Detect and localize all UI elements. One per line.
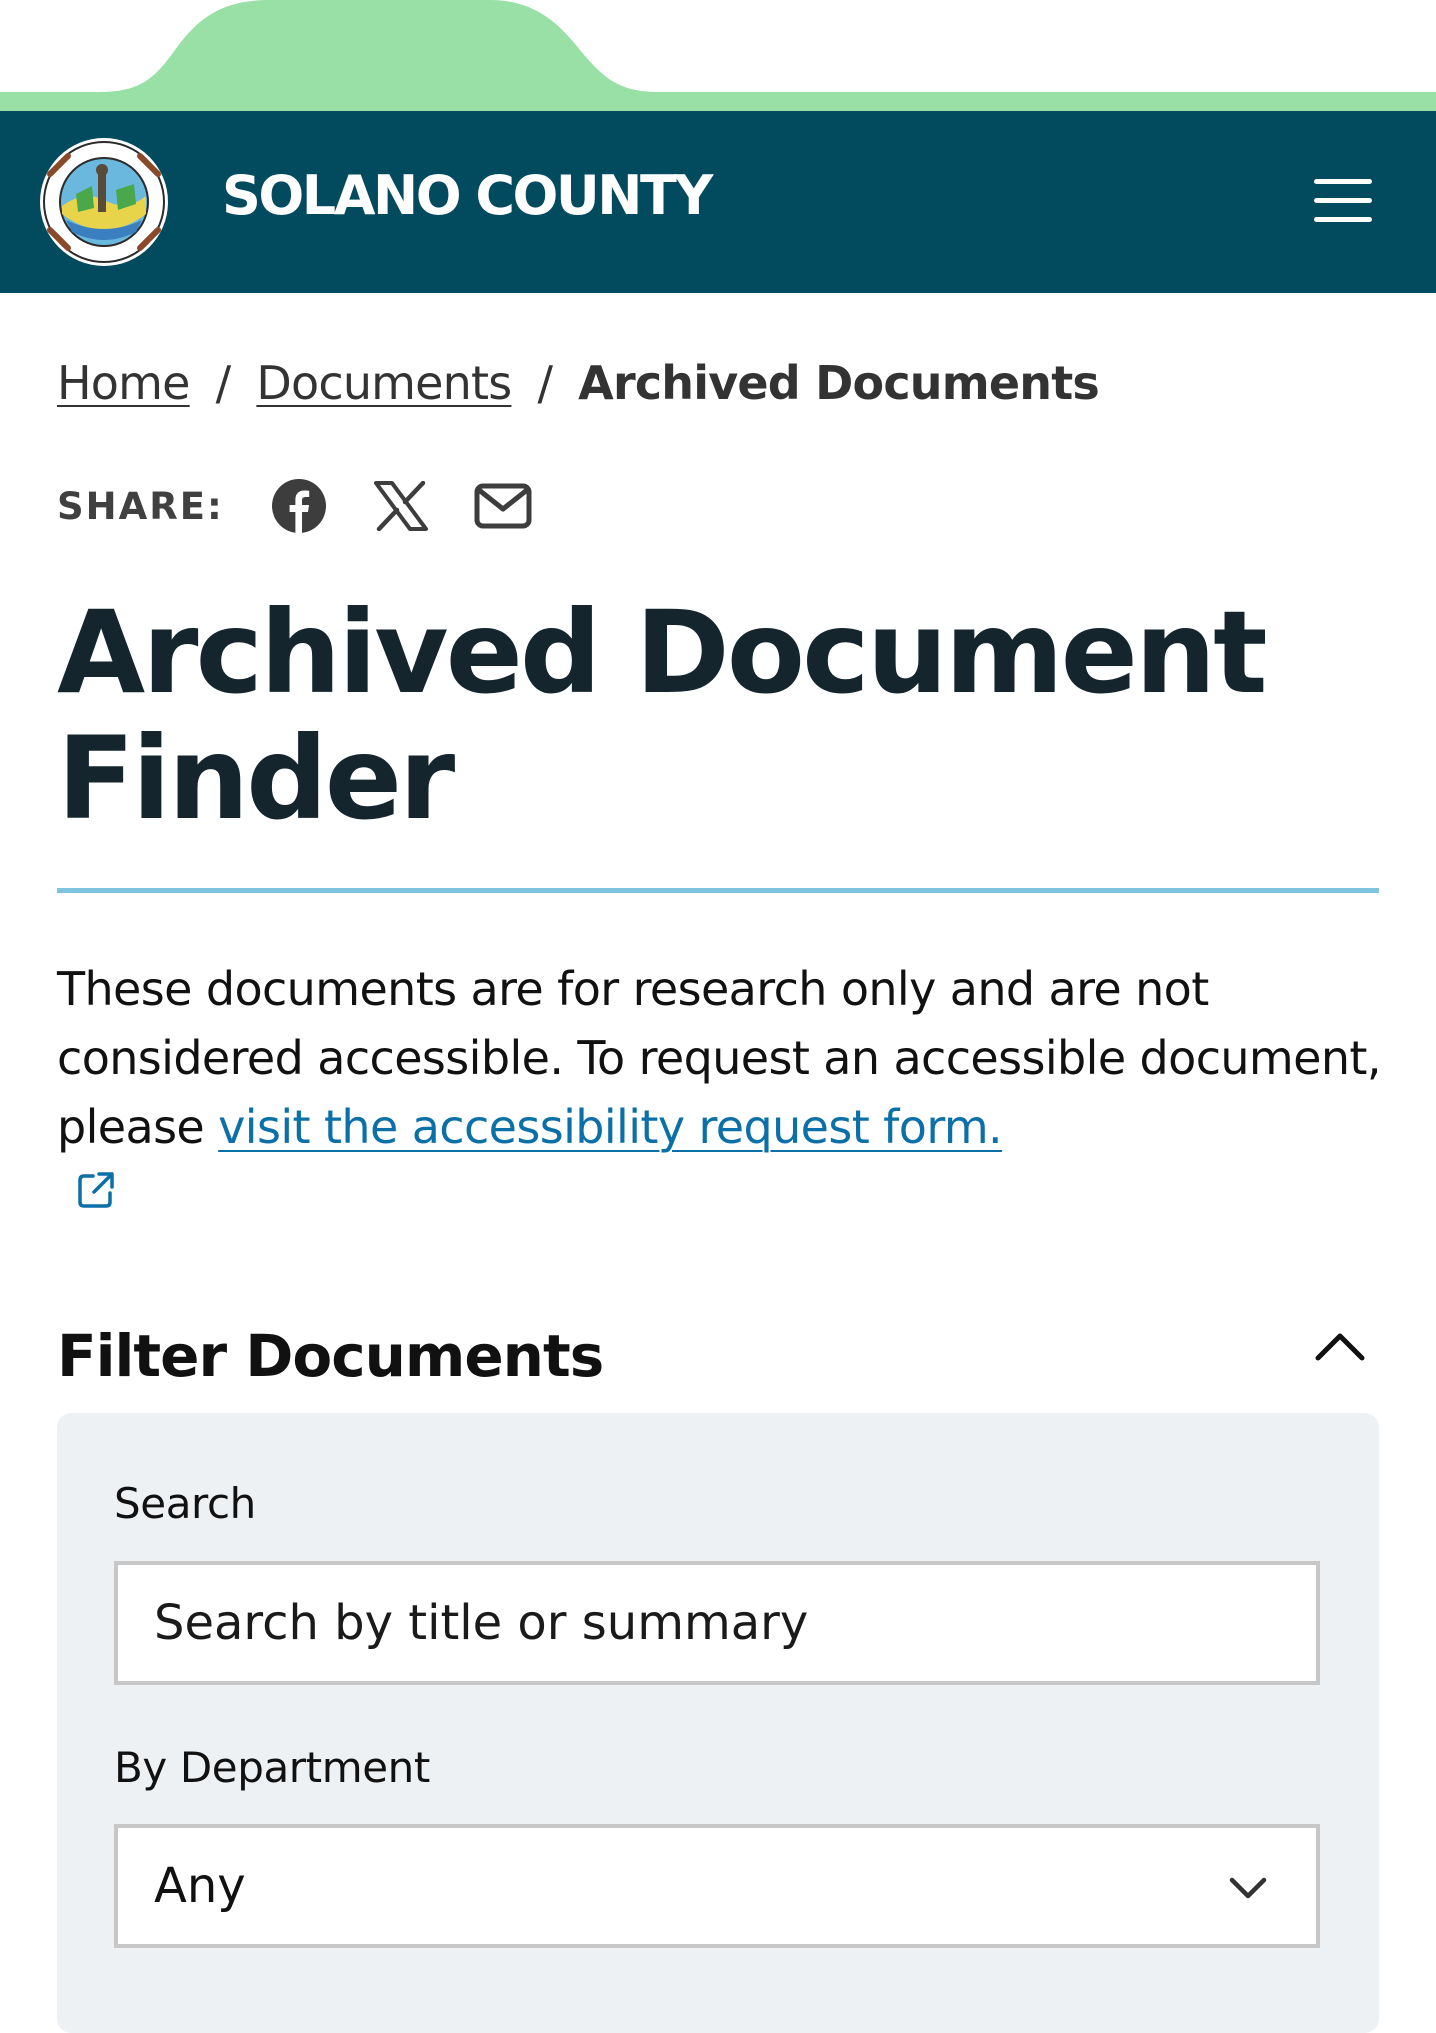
search-label: Search [114,1479,256,1528]
breadcrumb-separator: / [537,356,553,410]
external-link-icon[interactable] [76,1170,116,1210]
title-divider [57,888,1379,893]
department-select[interactable]: Any [114,1824,1320,1948]
email-icon[interactable] [474,477,532,535]
intro-paragraph: These documents are for research only an… [57,955,1387,1162]
breadcrumb: Home / Documents / Archived Documents [57,354,1100,412]
filter-heading: Filter Documents [57,1322,604,1390]
county-seal-icon[interactable] [36,134,172,270]
breadcrumb-current: Archived Documents [578,356,1100,410]
breadcrumb-documents-link[interactable]: Documents [256,356,512,410]
site-title[interactable]: SOLANO COUNTY [222,169,713,223]
department-label: By Department [114,1743,430,1792]
breadcrumb-separator: / [215,356,231,410]
share-bar: SHARE: [57,476,576,536]
header-decorative-tab [0,0,1436,111]
page-title: Archived Document Finder [57,586,1268,845]
facebook-icon[interactable] [270,477,328,535]
chevron-up-icon[interactable] [1310,1320,1370,1370]
search-input[interactable] [114,1561,1320,1685]
site-header: SOLANO COUNTY [0,111,1436,293]
department-selected-value: Any [154,1858,246,1914]
breadcrumb-home-link[interactable]: Home [57,356,190,410]
x-icon[interactable] [372,477,430,535]
accessibility-request-link[interactable]: visit the accessibility request form. [218,1100,1002,1154]
hamburger-menu-icon[interactable] [1306,171,1378,231]
share-label: SHARE: [57,484,224,528]
chevron-down-icon [1229,1877,1267,1899]
filter-panel: Search By Department Any [57,1413,1379,2033]
